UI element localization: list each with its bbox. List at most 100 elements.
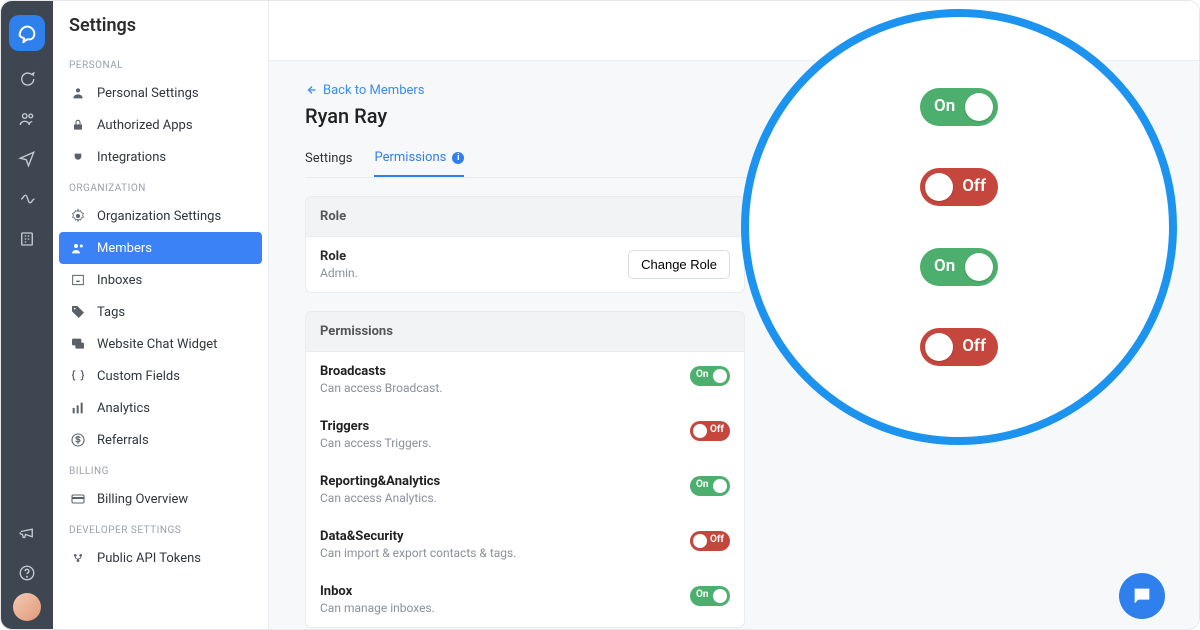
sidebar-item-org-settings[interactable]: Organization Settings <box>53 200 268 232</box>
toggle-label: On <box>696 479 709 490</box>
toggle-knob <box>925 173 953 201</box>
sidebar-item-custom-fields[interactable]: Custom Fields <box>53 360 268 392</box>
perm-data-security: Data&Security Can import & export contact… <box>306 517 744 572</box>
rail-flows-icon[interactable] <box>1 179 53 219</box>
sidebar-item-label: Members <box>97 241 152 256</box>
perm-inbox-toggle[interactable]: On <box>690 586 730 606</box>
toggle-knob <box>965 93 993 121</box>
toggle-on-label: On <box>934 256 955 276</box>
tab-permissions[interactable]: Permissions i <box>374 142 464 177</box>
sidebar-item-label: Billing Overview <box>97 492 188 507</box>
sidebar-item-billing-overview[interactable]: Billing Overview <box>53 483 268 515</box>
sidebar-item-label: Inboxes <box>97 273 142 288</box>
rail-avatar[interactable] <box>13 593 41 621</box>
rail-send-icon[interactable] <box>1 139 53 179</box>
role-label: Role <box>320 249 358 264</box>
permissions-list: BroadcastsCan access Broadcast. On Trigg… <box>306 352 744 627</box>
role-value: Admin. <box>320 266 358 280</box>
icon-rail <box>1 1 53 629</box>
sidebar-item-label: Website Chat Widget <box>97 337 217 352</box>
sidebar-item-label: Analytics <box>97 401 150 416</box>
gear-icon <box>69 207 87 225</box>
person-icon <box>69 84 87 102</box>
perm-broadcasts-toggle[interactable]: On <box>690 366 730 386</box>
sidebar-item-label: Custom Fields <box>97 369 180 384</box>
perm-title: Broadcasts <box>320 364 442 379</box>
section-organization: ORGANIZATION <box>53 173 268 200</box>
zoom-callout: On Off On Off <box>741 9 1177 445</box>
api-icon <box>69 549 87 567</box>
arrow-left-icon <box>305 84 317 96</box>
sidebar-item-label: Personal Settings <box>97 86 199 101</box>
perm-title: Triggers <box>320 419 432 434</box>
sidebar-item-tags[interactable]: Tags <box>53 296 268 328</box>
sidebar-item-label: Authorized Apps <box>97 118 193 133</box>
perm-reporting: Reporting&AnalyticsCan access Analytics.… <box>306 462 744 517</box>
toggle-label: Off <box>710 534 724 545</box>
sidebar-item-integrations[interactable]: Integrations <box>53 141 268 173</box>
rail-announce-icon[interactable] <box>1 513 53 553</box>
lock-icon <box>69 116 87 134</box>
perm-desc: Can access Triggers. <box>320 436 432 450</box>
perm-triggers-toggle[interactable]: Off <box>690 421 730 441</box>
toggle-knob <box>713 479 727 493</box>
perm-desc: Can import & export contacts & tags. <box>320 546 516 560</box>
sidebar-item-chat-widget[interactable]: Website Chat Widget <box>53 328 268 360</box>
toggle-knob <box>713 369 727 383</box>
tab-label: Settings <box>305 151 352 166</box>
settings-sidebar: Settings PERSONAL Personal Settings Auth… <box>53 1 269 629</box>
perm-title: Data&Security <box>320 529 516 544</box>
sidebar-item-label: Integrations <box>97 150 166 165</box>
callout-toggle-4[interactable]: Off <box>920 328 998 366</box>
sidebar-item-members[interactable]: Members <box>59 232 262 264</box>
sidebar-item-api-tokens[interactable]: Public API Tokens <box>53 542 268 574</box>
logo-icon <box>16 22 38 44</box>
section-developer: DEVELOPER SETTINGS <box>53 515 268 542</box>
toggle-knob <box>693 534 707 548</box>
callout-toggle-3[interactable]: On <box>920 248 998 286</box>
sidebar-item-label: Organization Settings <box>97 209 221 224</box>
rail-org-icon[interactable] <box>1 219 53 259</box>
perm-desc: Can access Analytics. <box>320 491 440 505</box>
callout-toggle-1[interactable]: On <box>920 88 998 126</box>
toggle-off-label: Off <box>962 336 986 356</box>
sidebar-item-label: Referrals <box>97 433 149 448</box>
change-role-button[interactable]: Change Role <box>628 250 730 279</box>
card-icon <box>69 490 87 508</box>
permissions-panel: Permissions BroadcastsCan access Broadca… <box>305 311 745 628</box>
rail-contacts-icon[interactable] <box>1 99 53 139</box>
sidebar-item-label: Public API Tokens <box>97 551 201 566</box>
perm-triggers: Triggers Can access Triggers. Off <box>306 407 744 462</box>
sidebar-item-authorized-apps[interactable]: Authorized Apps <box>53 109 268 141</box>
section-personal: PERSONAL <box>53 50 268 77</box>
toggle-label: On <box>696 369 709 380</box>
tag-icon <box>69 303 87 321</box>
role-panel: Role Role Admin. Change Role <box>305 196 745 293</box>
rail-help-icon[interactable] <box>1 553 53 593</box>
permissions-panel-head: Permissions <box>306 312 744 352</box>
toggle-label: On <box>696 589 709 600</box>
members-icon <box>69 239 87 257</box>
callout-toggle-2[interactable]: Off <box>920 168 998 206</box>
toggle-off-label: Off <box>962 176 986 196</box>
tab-settings[interactable]: Settings <box>305 142 352 177</box>
toggle-label: Off <box>710 424 724 435</box>
chat-widget-icon <box>69 335 87 353</box>
dollar-icon <box>69 431 87 449</box>
section-billing: BILLING <box>53 456 268 483</box>
perm-data-security-toggle[interactable]: Off <box>690 531 730 551</box>
toggle-on-label: On <box>934 96 955 116</box>
sidebar-item-inboxes[interactable]: Inboxes <box>53 264 268 296</box>
analytics-icon <box>69 399 87 417</box>
tab-label: Permissions <box>374 150 446 165</box>
sidebar-item-analytics[interactable]: Analytics <box>53 392 268 424</box>
back-to-members-link[interactable]: Back to Members <box>305 83 425 98</box>
plug-icon <box>69 148 87 166</box>
sidebar-item-personal-settings[interactable]: Personal Settings <box>53 77 268 109</box>
logo[interactable] <box>9 15 45 51</box>
sidebar-item-referrals[interactable]: Referrals <box>53 424 268 456</box>
help-chat-bubble[interactable] <box>1119 573 1165 619</box>
perm-reporting-toggle[interactable]: On <box>690 476 730 496</box>
rail-chat-icon[interactable] <box>1 59 53 99</box>
toggle-knob <box>693 424 707 438</box>
